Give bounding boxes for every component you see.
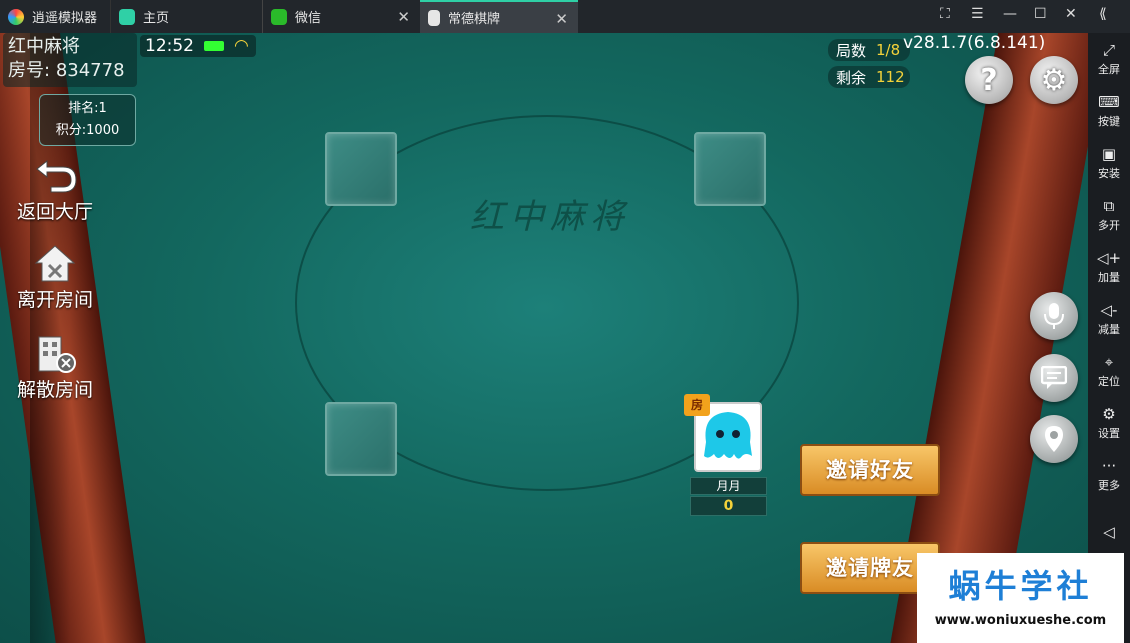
tab-wechat[interactable]: 微信 ✕ xyxy=(262,0,420,33)
rank-label: 排名:1 xyxy=(68,101,107,116)
minimize-icon[interactable]: — xyxy=(1003,6,1017,22)
dissolve-room-label: 解散房间 xyxy=(16,379,93,401)
game-app-icon xyxy=(428,9,440,26)
leave-house-icon xyxy=(34,245,76,282)
close-tab-icon[interactable]: ✕ xyxy=(555,10,568,28)
tab-label: 主页 xyxy=(143,11,170,26)
multi-window-icon: ⧉ xyxy=(1103,197,1115,215)
player-name: 月月 xyxy=(690,477,767,495)
version-label: v28.1.7(6.8.141) xyxy=(903,33,1046,53)
volume-up-icon: ◁+ xyxy=(1096,249,1122,267)
settings-button[interactable]: ⚙ xyxy=(1030,56,1078,104)
more-dots-icon: ··· xyxy=(1101,457,1117,475)
wechat-icon xyxy=(271,8,287,25)
sidebar-item-more[interactable]: ··· 更多 xyxy=(1088,457,1130,493)
volume-down-icon: ◁- xyxy=(1100,301,1118,319)
clock: 12:52 xyxy=(145,36,194,56)
tab-label: 常德棋牌 xyxy=(448,12,501,27)
menu-icon[interactable]: ☰ xyxy=(971,6,984,22)
help-icon: ? xyxy=(980,62,998,98)
player-score: 0 xyxy=(690,496,767,516)
empty-seat-bottom-left[interactable] xyxy=(325,402,397,476)
back-to-lobby-button[interactable]: 返回大厅 xyxy=(10,155,100,224)
wifi-icon: ◠ xyxy=(234,36,249,56)
dissolve-building-icon xyxy=(38,336,76,373)
tab-emulator[interactable]: 逍遥模拟器 xyxy=(0,0,110,33)
watermark-url: www.woniuxueshe.com xyxy=(934,613,1107,628)
host-badge: 房 xyxy=(684,394,710,416)
remaining-value: 112 xyxy=(876,68,905,86)
back-arrow-icon xyxy=(36,159,77,193)
fullscreen-icon: ⤢ xyxy=(1102,41,1115,59)
rounds-info: 局数 1/8 xyxy=(828,39,910,61)
location-pin-icon xyxy=(1045,426,1063,452)
dissolve-room-button[interactable]: 解散房间 xyxy=(10,333,100,402)
battery-icon xyxy=(204,41,224,51)
room-info: 红中麻将 房号: 834778 xyxy=(3,33,137,87)
home-icon xyxy=(119,8,135,25)
tab-label: 微信 xyxy=(295,11,322,26)
rank-panel: 排名:1 积分:1000 xyxy=(39,94,136,146)
chat-button[interactable] xyxy=(1030,354,1078,402)
tab-label: 逍遥模拟器 xyxy=(32,11,98,26)
sidebar-item-volume-down[interactable]: ◁- 减量 xyxy=(1088,301,1130,337)
table-title: 红中麻将 xyxy=(470,197,630,237)
sidebar-item-keymap[interactable]: ⌨ 按键 xyxy=(1088,93,1130,129)
apk-icon: ▣ xyxy=(1101,145,1117,163)
voice-button[interactable] xyxy=(1030,292,1078,340)
sidebar-item-location[interactable]: ⌖ 定位 xyxy=(1088,353,1130,389)
sidebar-item-fullscreen[interactable]: ⤢ 全屏 xyxy=(1088,41,1130,77)
gear-icon: ⚙ xyxy=(1040,62,1068,98)
status-bar: 12:52 ◠ xyxy=(140,35,256,57)
invite-friends-button[interactable]: 邀请好友 xyxy=(800,444,940,496)
empty-seat-top-left[interactable] xyxy=(325,132,397,206)
back-to-lobby-label: 返回大厅 xyxy=(16,201,93,223)
screenshot-icon[interactable]: ⛶ xyxy=(940,6,950,22)
remaining-tiles-info: 剩余 112 xyxy=(828,66,910,88)
sidebar-item-volume-up[interactable]: ◁+ 加量 xyxy=(1088,249,1130,285)
tab-game[interactable]: 常德棋牌 ✕ xyxy=(420,0,578,33)
emulator-logo-icon xyxy=(8,8,24,25)
title-bar: 逍遥模拟器 主页 微信 ✕ 常德棋牌 ✕ ⛶ ☰ — ☐ ✕ ⟪ xyxy=(0,0,1130,33)
back-triangle-icon: ◁ xyxy=(1103,523,1115,541)
help-button[interactable]: ? xyxy=(965,56,1013,104)
sidebar-item-install[interactable]: ▣ 安装 xyxy=(1088,145,1130,181)
sidebar-item-back[interactable]: ◁ xyxy=(1088,523,1130,541)
leave-room-button[interactable]: 离开房间 xyxy=(10,243,100,312)
game-table: 红中麻将 红中麻将 房号: 834778 12:52 ◠ 排名:1 积分:100… xyxy=(0,33,1088,643)
empty-seat-top-right[interactable] xyxy=(694,132,766,206)
close-window-icon[interactable]: ✕ xyxy=(1065,6,1077,22)
maximize-icon[interactable]: ☐ xyxy=(1034,6,1047,22)
tab-home[interactable]: 主页 xyxy=(110,0,262,33)
sidebar-item-settings[interactable]: ⚙ 设置 xyxy=(1088,405,1130,441)
watermark: 蜗牛学社 www.woniuxueshe.com xyxy=(917,553,1124,643)
rounds-value: 1/8 xyxy=(876,41,901,59)
location-icon: ⌖ xyxy=(1104,353,1114,371)
room-name: 红中麻将 xyxy=(8,36,80,57)
sidebar-item-multi-instance[interactable]: ⧉ 多开 xyxy=(1088,197,1130,233)
leave-room-label: 离开房间 xyxy=(16,289,93,311)
microphone-icon xyxy=(1044,303,1064,329)
settings-gear-icon: ⚙ xyxy=(1102,405,1116,423)
watermark-title: 蜗牛学社 xyxy=(948,567,1093,605)
score-label: 积分:1000 xyxy=(55,123,120,138)
close-tab-icon[interactable]: ✕ xyxy=(397,8,410,26)
emulator-sidebar: ⤢ 全屏 ⌨ 按键 ▣ 安装 ⧉ 多开 ◁+ 加量 ◁- 减量 ⌖ 定位 ⚙ 设… xyxy=(1088,33,1130,643)
keyboard-icon: ⌨ xyxy=(1098,93,1120,111)
collapse-sidebar-icon[interactable]: ⟪ xyxy=(1099,6,1107,22)
room-number: 房号: 834778 xyxy=(8,60,125,81)
chat-icon xyxy=(1041,366,1067,389)
location-button[interactable] xyxy=(1030,415,1078,463)
